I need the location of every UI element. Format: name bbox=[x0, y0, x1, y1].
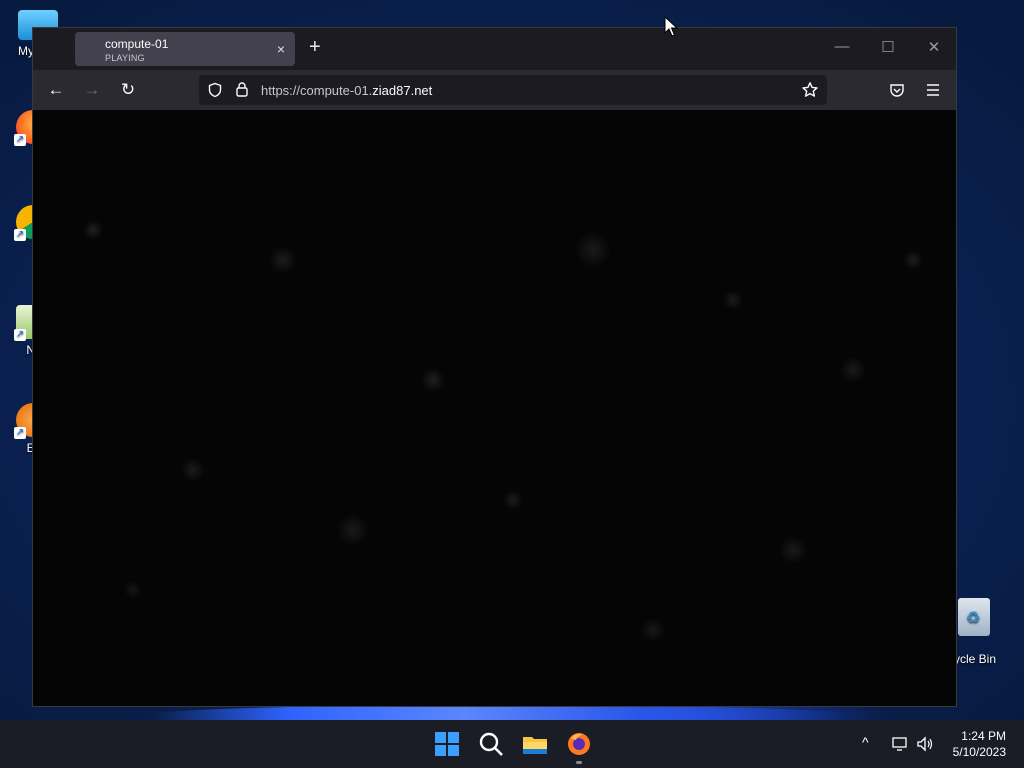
system-clock[interactable]: 1:24 PM 5/10/2023 bbox=[953, 728, 1006, 760]
url-domain: ziad87.net bbox=[372, 83, 433, 98]
tab-bar: compute-01 PLAYING × + — ☐ ✕ bbox=[33, 28, 956, 70]
bookmark-star-icon[interactable] bbox=[801, 81, 819, 99]
mouse-cursor-icon bbox=[664, 16, 678, 37]
hamburger-menu-icon[interactable] bbox=[925, 83, 941, 97]
back-button[interactable]: ← bbox=[45, 80, 67, 102]
tab-compute-01[interactable]: compute-01 PLAYING × bbox=[75, 32, 295, 66]
shortcut-arrow-icon: ↗ bbox=[14, 134, 26, 146]
url-prefix: https://compute-01. bbox=[261, 83, 373, 98]
show-hidden-icons-chevron-icon[interactable]: ^ bbox=[862, 734, 869, 750]
taskbar: ^ 1:24 PM 5/10/2023 bbox=[0, 720, 1024, 768]
search-icon[interactable] bbox=[477, 730, 505, 758]
shortcut-arrow-icon: ↗ bbox=[14, 329, 26, 341]
volume-icon[interactable] bbox=[916, 735, 934, 753]
recycle-bin-icon: ♻ bbox=[958, 598, 990, 636]
running-indicator bbox=[576, 761, 582, 764]
url-bar[interactable]: https://compute-01.ziad87.net bbox=[199, 75, 827, 105]
forward-button[interactable]: → bbox=[81, 80, 103, 102]
file-explorer-icon[interactable] bbox=[521, 730, 549, 758]
clock-date: 5/10/2023 bbox=[952, 745, 1006, 759]
reload-button[interactable]: ↻ bbox=[117, 80, 139, 102]
shortcut-arrow-icon: ↗ bbox=[14, 229, 26, 241]
minimize-button[interactable]: — bbox=[827, 38, 857, 55]
desktop-icon-recycle-bin[interactable]: ♻ cycle Bin bbox=[948, 598, 1024, 666]
navigation-toolbar: ← → ↻ https://compute-01.ziad87.net bbox=[33, 70, 956, 110]
maximize-button[interactable]: ☐ bbox=[873, 38, 903, 56]
tab-title: compute-01 bbox=[105, 37, 169, 51]
firefox-icon[interactable] bbox=[565, 730, 593, 758]
browser-window: compute-01 PLAYING × + — ☐ ✕ ← → ↻ https… bbox=[32, 27, 957, 707]
tab-playing-status: PLAYING bbox=[105, 53, 145, 63]
start-icon[interactable] bbox=[433, 730, 461, 758]
lock-icon[interactable] bbox=[235, 81, 249, 98]
url-text[interactable]: https://compute-01.ziad87.net bbox=[261, 83, 432, 98]
network-icon[interactable] bbox=[891, 735, 909, 753]
new-tab-button[interactable]: + bbox=[309, 36, 321, 59]
close-tab-icon[interactable]: × bbox=[277, 41, 285, 57]
video-content-area[interactable] bbox=[33, 110, 956, 706]
pocket-icon[interactable] bbox=[889, 82, 905, 98]
tracking-protection-shield-icon[interactable] bbox=[207, 82, 223, 98]
close-window-button[interactable]: ✕ bbox=[919, 38, 949, 56]
desktop-icon-label: cycle Bin bbox=[948, 652, 997, 666]
shortcut-arrow-icon: ↗ bbox=[14, 427, 26, 439]
clock-time: 1:24 PM bbox=[961, 729, 1006, 743]
